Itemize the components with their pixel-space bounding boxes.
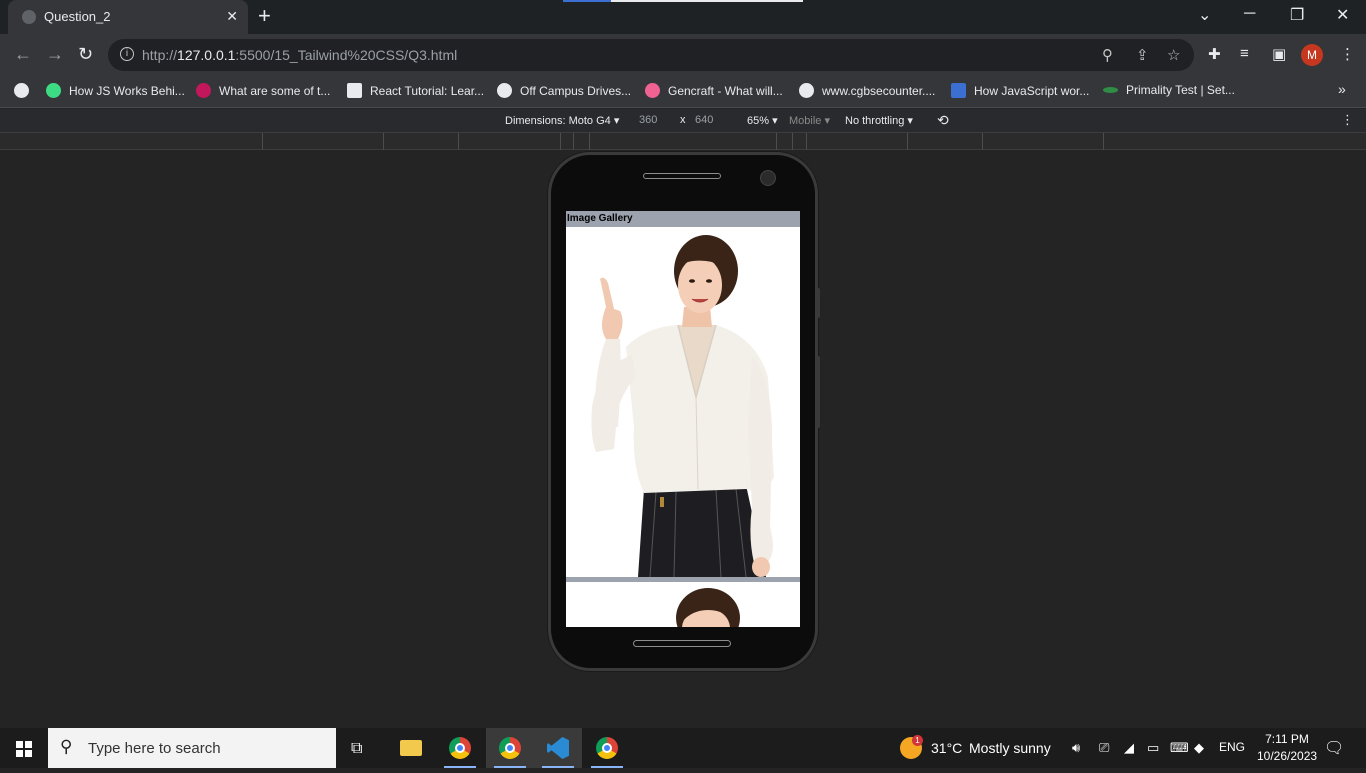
folder-icon (400, 740, 422, 756)
rotate-icon[interactable]: ⟲ (937, 112, 949, 129)
bookmark-item[interactable]: Primality Test | Set... (1103, 83, 1235, 97)
site-info-icon[interactable]: i (120, 47, 134, 61)
zoom-select[interactable]: 65% ▾ (747, 114, 778, 127)
bookmark-item[interactable]: www.cgbsecounter.... (799, 83, 935, 98)
side-panel-icon[interactable]: ▣ (1272, 45, 1286, 63)
bookmark-star-icon[interactable]: ☆ (1167, 46, 1180, 64)
task-view-button[interactable]: ⧉ (336, 728, 384, 768)
windows-taskbar: ⚲ Type here to search ⧉ 1 31°C Mostly su… (0, 728, 1366, 768)
address-bar[interactable]: i http://127.0.0.1:5500/15_Tailwind%20CS… (108, 39, 1194, 71)
minimize-icon[interactable]: ─ (1244, 5, 1255, 23)
bookmark-item[interactable]: How JavaScript wor... (951, 83, 1089, 98)
zoom-icon[interactable]: ⚲ (1102, 46, 1113, 64)
media-control-icon[interactable]: ≡ (1240, 45, 1249, 62)
apps-icon[interactable] (14, 83, 37, 98)
device-home-bar (633, 640, 731, 647)
bookmark-item[interactable]: What are some of t... (196, 83, 330, 98)
browser-title-bar: Question_2 ✕ + ⌄ ─ ❐ ✕ (0, 0, 1366, 34)
dimension-separator: x (680, 114, 686, 126)
device-height-input[interactable]: 640 (695, 114, 713, 126)
notification-icon[interactable]: 🗨︎ (1324, 738, 1344, 758)
weather-temperature[interactable]: 31°C (931, 740, 962, 756)
vscode-taskbar-button[interactable] (534, 728, 582, 768)
language-indicator[interactable]: ENG (1219, 740, 1245, 754)
restore-icon[interactable]: ❐ (1290, 5, 1304, 25)
keyboard-icon[interactable]: ⌨ (1170, 740, 1189, 756)
tab-title: Question_2 (44, 9, 111, 24)
emulated-viewport[interactable]: Image Gallery (566, 211, 800, 627)
share-icon[interactable]: ⇪ (1136, 46, 1149, 64)
throttling-select[interactable]: No throttling ▾ (845, 114, 913, 127)
chrome-icon (596, 737, 618, 759)
chrome-icon (449, 737, 471, 759)
volume-icon[interactable]: 🔊︎ (1072, 740, 1080, 756)
bookmark-favicon-icon (46, 83, 61, 98)
start-button[interactable] (0, 728, 48, 768)
forward-arrow-icon[interactable]: → (46, 44, 64, 65)
vscode-icon (547, 737, 569, 759)
menu-kebab-icon[interactable]: ⋮ (1340, 45, 1355, 63)
chrome-taskbar-button[interactable] (436, 728, 484, 768)
bookmark-favicon-icon (497, 83, 512, 98)
browser-toolbar: ← → ↻ i http://127.0.0.1:5500/15_Tailwin… (0, 34, 1366, 76)
back-arrow-icon[interactable]: ← (14, 44, 32, 65)
tab-search-chevron-icon[interactable]: ⌄ (1198, 5, 1211, 25)
chrome-icon (499, 737, 521, 759)
meet-now-icon[interactable]: ⎚ (1099, 740, 1109, 756)
search-placeholder: Type here to search (88, 740, 221, 757)
battery-icon[interactable]: ▭ (1147, 740, 1159, 756)
bookmarks-overflow-icon[interactable]: » (1338, 81, 1346, 97)
defender-icon[interactable]: ◆ (1194, 740, 1204, 756)
tab-close-icon[interactable]: ✕ (226, 8, 238, 25)
bookmark-item[interactable]: Gencraft - What will... (645, 83, 783, 98)
bookmark-favicon-icon (799, 83, 814, 98)
wifi-icon[interactable]: ◢ (1124, 740, 1134, 756)
new-tab-button[interactable]: + (258, 5, 271, 27)
bookmarks-bar: How JS Works Behi... What are some of t.… (0, 76, 1366, 108)
tab-favicon-icon (22, 10, 36, 24)
bookmark-favicon-icon (1103, 87, 1118, 93)
taskbar-search-box[interactable]: ⚲ Type here to search (48, 728, 336, 768)
clock-date: 10/26/2023 (1257, 749, 1318, 763)
gallery-image-woman-2 (566, 582, 800, 627)
bookmark-favicon-icon (951, 83, 966, 98)
chrome-taskbar-button[interactable] (486, 728, 534, 768)
gallery-image-woman (566, 227, 800, 577)
extensions-icon[interactable]: ✚ (1208, 45, 1221, 63)
clock-time: 7:11 PM (1265, 732, 1309, 746)
bookmark-favicon-icon (196, 83, 211, 98)
reload-icon[interactable]: ↻ (78, 44, 93, 65)
device-toolbar: Dimensions: Moto G4 ▾ 360 x 640 65% ▾ Mo… (0, 109, 1366, 133)
device-type-select[interactable]: Mobile ▾ (789, 114, 830, 127)
bookmark-item[interactable]: How JS Works Behi... (46, 83, 185, 98)
device-width-input[interactable]: 360 (639, 114, 657, 126)
bookmark-favicon-icon (645, 83, 660, 98)
bookmark-item[interactable]: React Tutorial: Lear... (347, 83, 484, 98)
device-toolbar-menu-icon[interactable]: ⋮ (1341, 112, 1354, 128)
profile-avatar[interactable]: M (1301, 44, 1323, 66)
device-dimensions-select[interactable]: Dimensions: Moto G4 ▾ (505, 114, 619, 127)
weather-badge: 1 (912, 735, 923, 746)
address-url[interactable]: http://127.0.0.1:5500/15_Tailwind%20CSS/… (142, 47, 457, 63)
file-explorer-button[interactable] (386, 728, 434, 768)
device-power-button (816, 356, 820, 428)
device-volume-button (816, 288, 820, 318)
device-camera (760, 170, 776, 186)
windows-logo-icon (16, 741, 32, 757)
search-icon: ⚲ (60, 737, 73, 756)
task-view-icon: ⧉ (351, 740, 363, 757)
gallery-header: Image Gallery (566, 211, 800, 227)
device-speaker (643, 173, 721, 179)
bookmark-item[interactable]: Off Campus Drives... (497, 83, 631, 98)
chrome-taskbar-button[interactable] (583, 728, 631, 768)
browser-tab[interactable]: Question_2 ✕ (8, 0, 248, 34)
clock[interactable]: 7:11 PM 10/26/2023 (1257, 732, 1317, 763)
weather-condition[interactable]: Mostly sunny (969, 740, 1051, 756)
bookmark-favicon-icon (347, 83, 362, 98)
tab-strip-indicator (563, 0, 803, 2)
window-close-icon[interactable]: ✕ (1336, 5, 1349, 25)
media-query-ruler (0, 133, 1366, 150)
